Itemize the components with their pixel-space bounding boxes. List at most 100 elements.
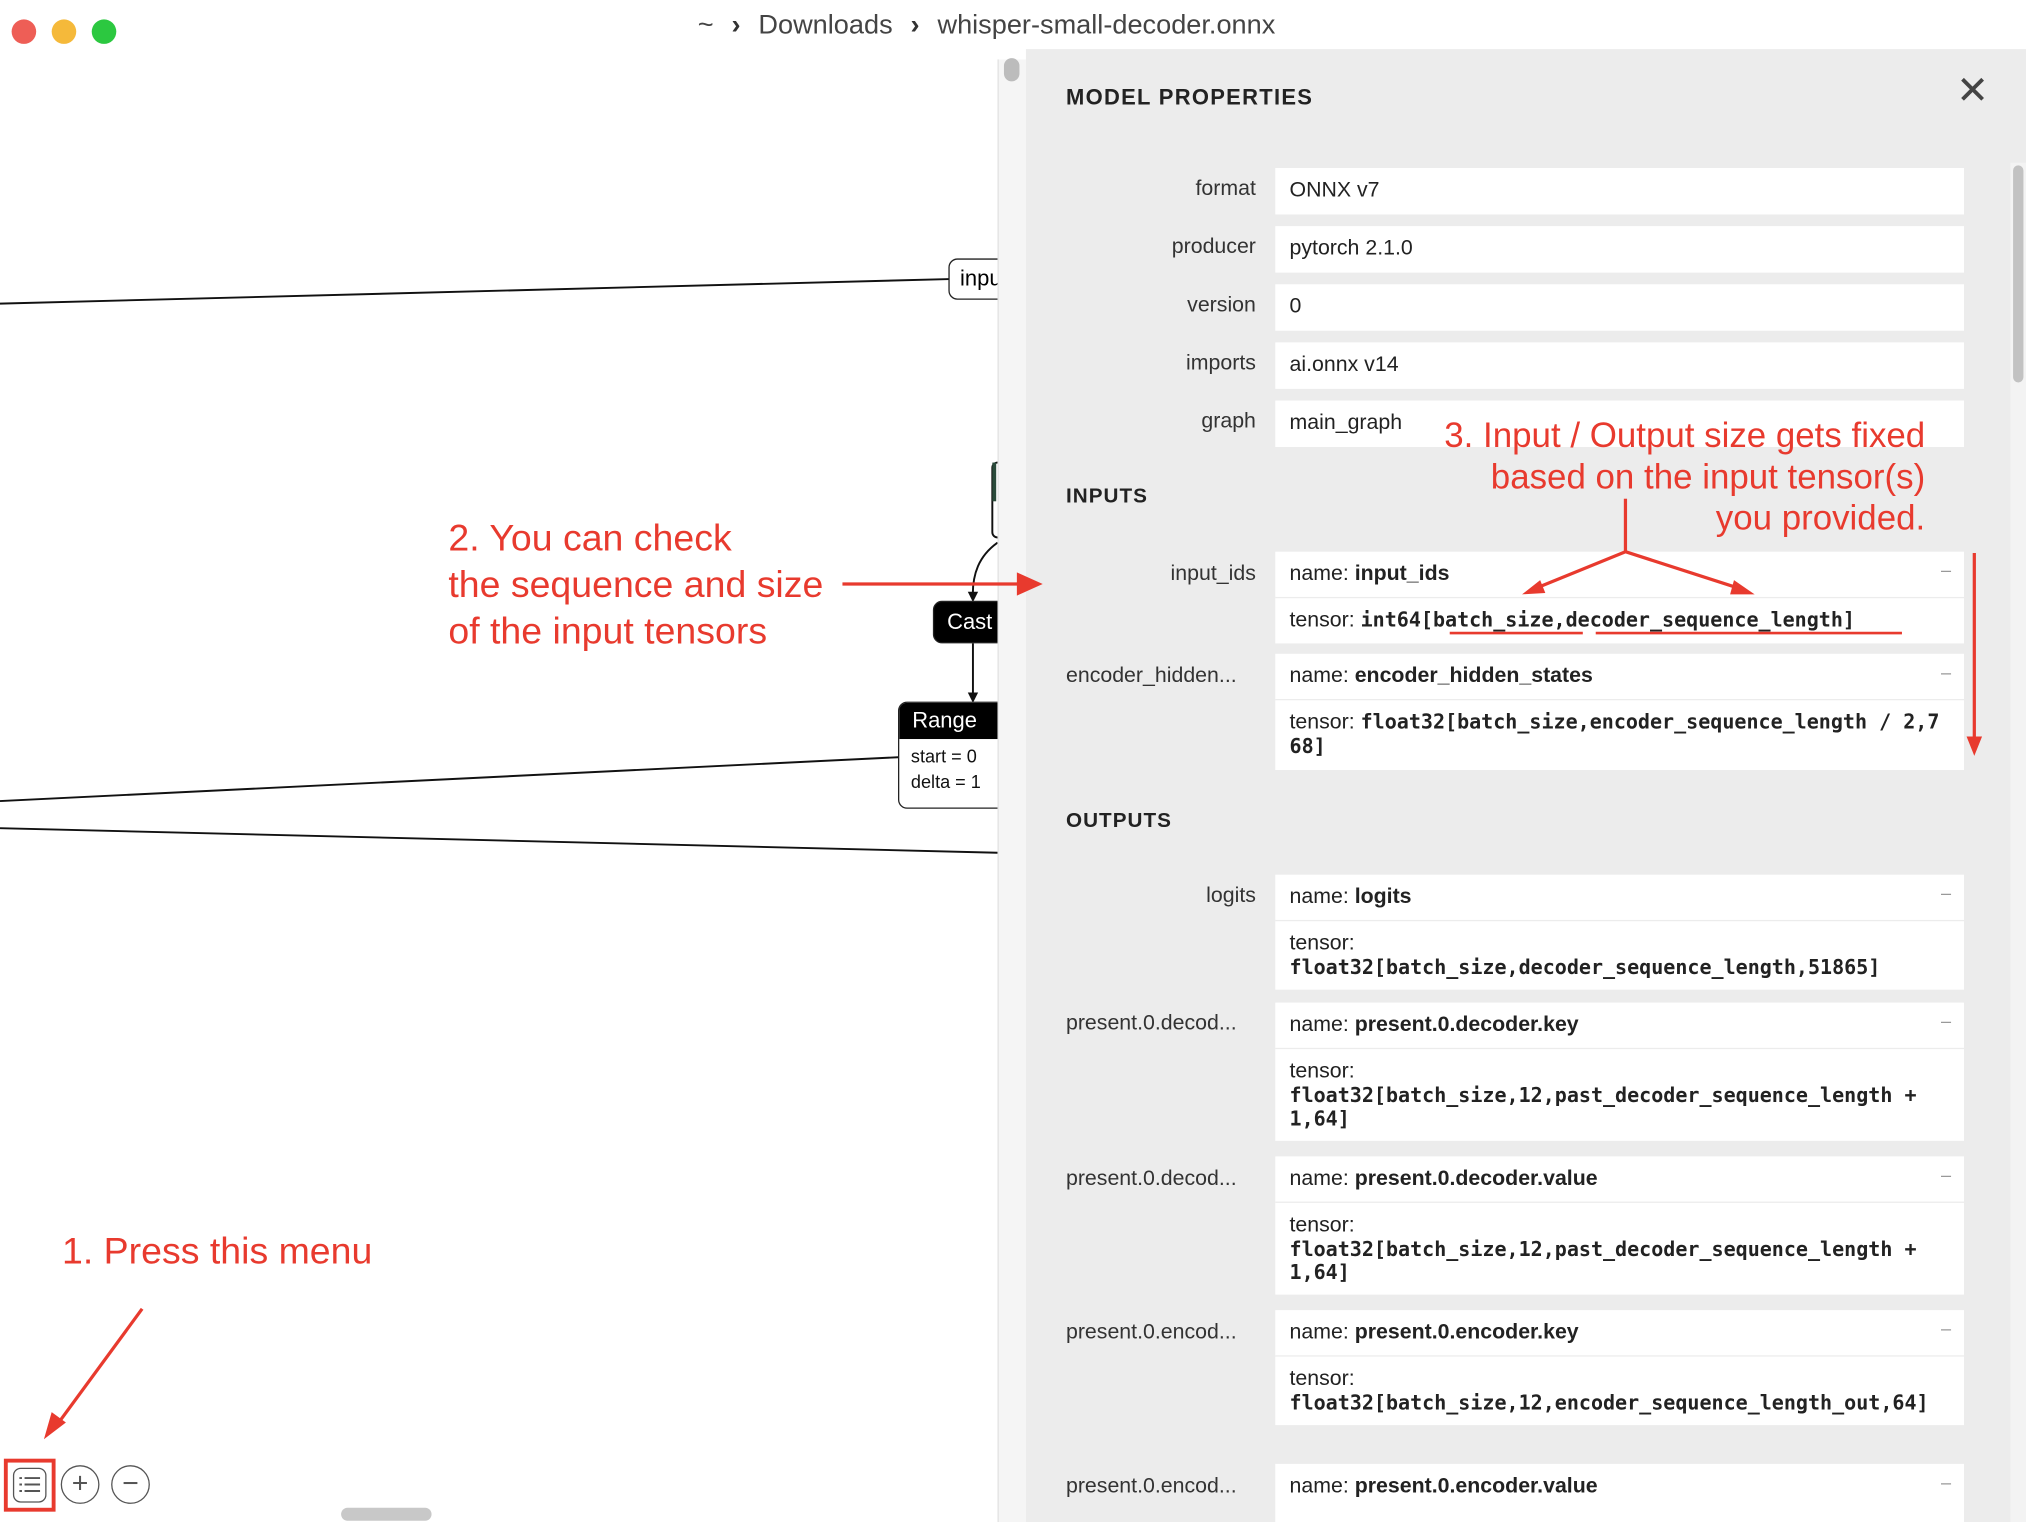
zoom-out-icon: − <box>122 1466 139 1499</box>
annotation-step1: 1. Press this menu <box>62 1231 373 1273</box>
collapse-icon[interactable]: – <box>1941 1318 1951 1339</box>
name-prefix: name: <box>1289 1320 1355 1344</box>
tensor-prefix: tensor: <box>1289 608 1361 632</box>
annotation-step3-line: you provided. <box>1715 498 1926 538</box>
prop-label-imports: imports <box>1186 351 1256 375</box>
output-name: present.0.encoder.value <box>1354 1474 1598 1498</box>
input-tensor: float32[batch_size,encoder_sequence_leng… <box>1289 710 1940 759</box>
input-tensor-row: tensor: int64[batch_size,decoder_sequenc… <box>1275 596 1964 644</box>
input-card: name: input_ids – tensor: int64[batch_si… <box>1275 551 1964 644</box>
tensor-prefix: tensor: <box>1289 1366 1355 1391</box>
input-name: input_ids <box>1354 562 1450 586</box>
collapse-icon[interactable]: – <box>1941 1164 1951 1185</box>
name-prefix: name: <box>1289 562 1355 586</box>
prop-value-format: ONNX v7 <box>1275 167 1964 215</box>
output-tensor: float32[batch_size,12,encoder_sequence_l… <box>1289 1391 1929 1415</box>
close-window-button[interactable] <box>11 19 37 44</box>
range-node-title: Range <box>899 702 998 740</box>
cast-node-label: Cast <box>947 609 993 635</box>
splitter-handle[interactable] <box>1003 58 1020 82</box>
name-prefix: name: <box>1289 1012 1355 1037</box>
output-label: present.0.decod... <box>1065 1011 1237 1035</box>
output-tensor: float32[batch_size,decoder_sequence_leng… <box>1289 956 1881 980</box>
tensor-prefix: tensor: <box>1289 710 1361 734</box>
prop-label-version: version <box>1187 293 1256 317</box>
annotation-step2-line: 2. You can check <box>448 518 732 560</box>
output-card: name: present.0.decoder.value – tensor: … <box>1275 1156 1964 1295</box>
name-prefix: name: <box>1289 664 1355 688</box>
input-card: name: encoder_hidden_states – tensor: fl… <box>1275 653 1964 771</box>
output-name-row: name: present.0.decoder.value – <box>1275 1156 1964 1201</box>
prop-value-producer: pytorch 2.1.0 <box>1275 226 1964 273</box>
cast-node[interactable]: Cast <box>932 600 998 644</box>
zoom-in-icon: + <box>71 1466 89 1499</box>
annotation-step3-line: 3. Input / Output size gets fixed <box>1444 416 1926 455</box>
tensor-prefix: tensor: <box>1289 931 1355 955</box>
collapse-icon[interactable]: – <box>1941 1472 1951 1493</box>
input-tensor-row: tensor: float32[batch_size,encoder_seque… <box>1275 698 1964 770</box>
output-label: present.0.encod... <box>1065 1320 1237 1344</box>
annotation-step2-line: the sequence and size <box>448 564 824 606</box>
horizontal-scrollbar[interactable] <box>341 1507 432 1521</box>
name-prefix: name: <box>1289 1166 1355 1190</box>
tensor-prefix: tensor: <box>1289 1213 1355 1237</box>
prop-value-version: 0 <box>1275 284 1964 331</box>
minimize-window-button[interactable] <box>51 19 77 44</box>
prop-label-graph: graph <box>1201 409 1256 433</box>
range-node-attributes: start = 0 delta = 1 <box>899 739 997 798</box>
output-label: present.0.decod... <box>1065 1166 1237 1190</box>
output-name: present.0.encoder.key <box>1354 1320 1579 1344</box>
output-card: name: present.0.encoder.value – <box>1275 1463 1964 1522</box>
input-name: encoder_hidden_states <box>1354 664 1593 688</box>
stage: ~ › Downloads › whisper-small-decoder.on… <box>0 0 2026 1522</box>
panel-scrollbar-thumb[interactable] <box>2013 165 2024 383</box>
inputs-heading: INPUTS <box>1065 485 1149 508</box>
output-name: present.0.decoder.key <box>1354 1012 1579 1037</box>
graph-canvas[interactable]: inpu Cast Range start = 0 delta = 1 <box>0 59 998 1502</box>
edge-line <box>0 827 998 854</box>
prop-label-producer: producer <box>1171 235 1256 259</box>
node-partial-header <box>992 462 997 502</box>
output-tensor-row: tensor: float32[batch_size,12,past_decod… <box>1275 1201 1964 1295</box>
range-node[interactable]: Range start = 0 delta = 1 <box>898 701 998 809</box>
collapse-icon[interactable]: – <box>1941 1010 1951 1031</box>
menu-button[interactable] <box>3 1458 56 1512</box>
output-tensor-row: tensor: float32[batch_size,decoder_seque… <box>1275 919 1964 990</box>
breadcrumb-home[interactable]: ~ <box>698 10 714 40</box>
prop-label-format: format <box>1195 177 1256 201</box>
prop-value-imports: ai.onnx v14 <box>1275 342 1964 389</box>
name-prefix: name: <box>1289 885 1355 909</box>
graph-edges <box>0 278 998 854</box>
output-tensor-row: tensor: float32[batch_size,12,encoder_se… <box>1275 1355 1964 1425</box>
output-tensor: float32[batch_size,12,past_decoder_seque… <box>1289 1237 1917 1285</box>
graph-input-node-label: inpu <box>960 266 998 291</box>
graph-input-node[interactable]: inpu <box>948 258 998 300</box>
edge-line <box>0 278 950 305</box>
collapse-icon[interactable]: – <box>1941 882 1951 903</box>
output-name-row: name: present.0.decoder.key – <box>1275 1003 1964 1048</box>
close-icon[interactable]: ✕ <box>1956 72 1988 111</box>
edge-line <box>0 756 901 803</box>
annotation-step2: 2. You can check the sequence and size o… <box>448 516 823 656</box>
splitter[interactable] <box>997 59 1026 1522</box>
tensor-prefix: tensor: <box>1289 1059 1355 1083</box>
output-card: name: present.0.decoder.key – tensor: fl… <box>1275 1002 1964 1141</box>
input-tensor: int64[batch_size,decoder_sequence_length… <box>1360 608 1855 632</box>
output-card: name: present.0.encoder.key – tensor: fl… <box>1275 1310 1964 1426</box>
input-name-row: name: input_ids – <box>1275 552 1964 597</box>
edge-line <box>971 541 998 600</box>
collapse-icon[interactable]: – <box>1941 662 1951 683</box>
zoom-out-button[interactable]: − <box>111 1465 150 1504</box>
collapse-icon[interactable]: – <box>1941 559 1951 580</box>
range-attr-start: start = 0 <box>910 745 977 767</box>
breadcrumb-separator-icon: › <box>731 10 741 41</box>
app-window: ~ › Downloads › whisper-small-decoder.on… <box>0 0 2026 1522</box>
output-name: present.0.decoder.value <box>1354 1166 1598 1190</box>
input-name-row: name: encoder_hidden_states – <box>1275 654 1964 699</box>
input-label: encoder_hidden... <box>1065 664 1237 688</box>
breadcrumb-downloads[interactable]: Downloads <box>758 10 892 40</box>
panel-title: MODEL PROPERTIES <box>1065 85 1314 110</box>
zoom-in-button[interactable]: + <box>60 1465 100 1504</box>
zoom-window-button[interactable] <box>91 19 117 44</box>
breadcrumb-file[interactable]: whisper-small-decoder.onnx <box>937 10 1275 40</box>
